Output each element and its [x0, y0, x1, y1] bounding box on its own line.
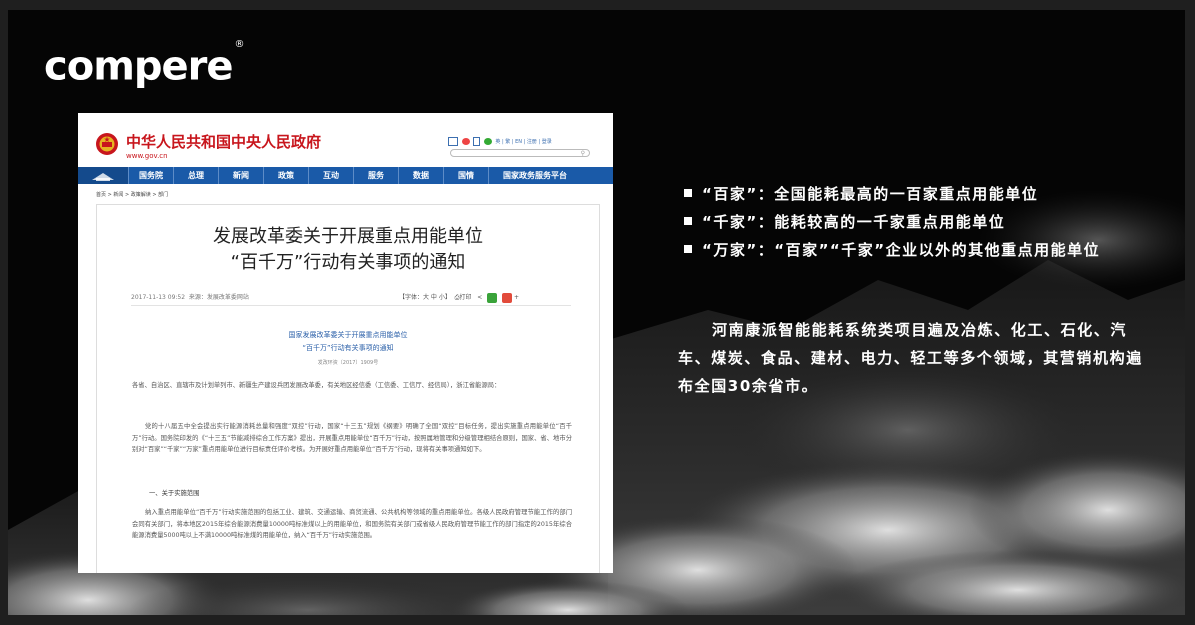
gov-site-title: 中华人民共和国中央人民政府: [126, 133, 322, 151]
section-heading: 一、关于实施范围: [149, 490, 200, 497]
nav-item[interactable]: 总理: [173, 167, 218, 184]
share-icon[interactable]: <: [477, 294, 482, 301]
nav-item[interactable]: 国情: [443, 167, 488, 184]
compere-logo: compere ®: [44, 39, 245, 90]
article-meta: 2017-11-13 09:52 来源：发展改革委网站: [131, 294, 249, 301]
nav-item[interactable]: 服务: [353, 167, 398, 184]
article-title: 发展改革委关于开展重点用能单位 “百千万”行动有关事项的通知: [213, 226, 483, 273]
square-bullet-icon: [684, 189, 692, 197]
breadcrumb[interactable]: 首页 > 新闻 > 政策解读 > 部门: [96, 191, 168, 198]
weibo-icon[interactable]: [461, 138, 470, 145]
paragraph: 党的十八届五中全会提出实行能源消耗总量和强度“双控”行动，国家“十三五”规划《纲…: [132, 423, 572, 453]
square-bullet-icon: [684, 245, 692, 253]
bullet-item: “百家”：全国能耗最高的一百家重点用能单位: [684, 180, 1174, 208]
gov-site-url: www.gov.cn: [126, 152, 168, 160]
font-size-control[interactable]: 【字体：大 中 小】: [399, 294, 451, 301]
paragraph: 各省、自治区、直辖市及计划单列市、新疆生产建设兵团发展改革委，有关地区经信委（工…: [132, 382, 501, 389]
mobile-icon[interactable]: [473, 137, 481, 146]
doc-number: 发改环资〔2017〕1909号: [317, 360, 379, 366]
wechat-share-icon[interactable]: [487, 292, 498, 303]
top-link-bar: 英 | 繁 | EN | 注册 | 登录: [448, 137, 552, 146]
presentation-slide: compere ® 中华人民共和国中央人民政府 www.gov.cn 英 | 繁 …: [8, 10, 1185, 615]
divider: [131, 305, 571, 306]
search-input[interactable]: ⚲: [450, 149, 590, 157]
wechat-icon[interactable]: [483, 138, 492, 145]
gov-site-header: 中华人民共和国中央人民政府 www.gov.cn 英 | 繁 | EN | 注册…: [78, 113, 613, 166]
square-bullet-icon: [684, 217, 692, 225]
search-icon[interactable]: ⚲: [581, 150, 585, 158]
paragraph: 纳入重点用能单位“百千万”行动实施范围的包括工业、建筑、交通运输、商贸流通、公共…: [132, 509, 572, 539]
main-nav-bar: 国务院 总理 新闻 政策 互动 服务 数据 国情 国家政务服务平台: [78, 167, 613, 184]
article-body: 发展改革委关于开展重点用能单位 “百千万”行动有关事项的通知 2017-11-1…: [96, 204, 600, 573]
nav-item[interactable]: 数据: [398, 167, 443, 184]
nav-item[interactable]: 新闻: [218, 167, 263, 184]
bullet-item: “万家”：“百家”“千家”企业以外的其他重点用能单位: [684, 236, 1174, 264]
document-screenshot: 中华人民共和国中央人民政府 www.gov.cn 英 | 繁 | EN | 注册…: [78, 113, 613, 573]
home-icon[interactable]: [78, 167, 128, 184]
weibo-share-icon[interactable]: [502, 292, 513, 303]
national-emblem-icon: [96, 133, 118, 155]
description-text: 河南康派智能能耗系统类项目遍及冶炼、化工、石化、汽车、煤炭、食品、建材、电力、轻…: [678, 321, 1143, 395]
mail-icon[interactable]: [448, 137, 458, 146]
top-links[interactable]: 英 | 繁 | EN | 注册 | 登录: [495, 139, 551, 145]
nav-item[interactable]: 政策: [263, 167, 308, 184]
bullet-list: “百家”：全国能耗最高的一百家重点用能单位 “千家”：能耗较高的一千家重点用能单…: [684, 180, 1174, 264]
nav-item[interactable]: 互动: [308, 167, 353, 184]
sub-title: 国家发展改革委关于开展重点用能单位 “百千万”行动有关事项的通知: [288, 331, 408, 352]
plus-icon[interactable]: +: [514, 294, 519, 301]
article-tools: 【字体：大 中 小】 ⎙打印 < +: [399, 292, 519, 303]
nav-item[interactable]: 国家政务服务平台: [488, 167, 581, 184]
print-button[interactable]: 打印: [459, 294, 471, 301]
bullet-item: “千家”：能耗较高的一千家重点用能单位: [684, 208, 1174, 236]
nav-item[interactable]: 国务院: [128, 167, 173, 184]
